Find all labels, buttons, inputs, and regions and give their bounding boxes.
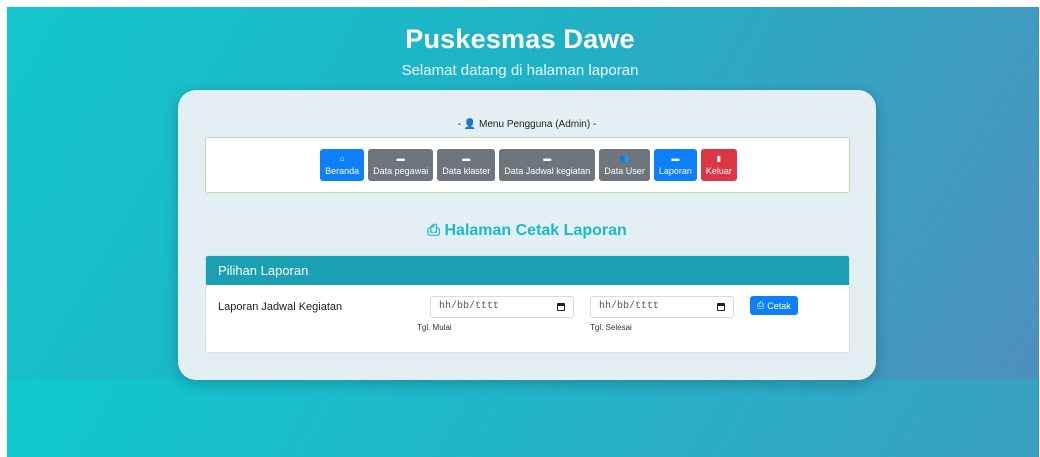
home-icon: ⌂: [339, 154, 345, 163]
panel-header: Pilihan Laporan: [206, 256, 849, 285]
end-date-input[interactable]: hh/bb/tttt: [590, 296, 734, 318]
menu-title: - 👤 Menu Pengguna (Admin) -: [457, 119, 597, 130]
page-heading: ⎙ Halaman Cetak Laporan: [178, 222, 876, 240]
report-panel: Pilihan Laporan Laporan Jadwal Kegiatan …: [205, 255, 850, 353]
nav-beranda-button[interactable]: ⌂ Beranda: [320, 149, 365, 181]
nav-data-pegawai-button[interactable]: ▬ Data pegawai: [368, 149, 434, 181]
nav-label: Data pegawai: [373, 166, 429, 176]
page-heading-text: Halaman Cetak Laporan: [444, 222, 627, 239]
nav-data-user-button[interactable]: 👥 Data User: [599, 149, 650, 181]
start-date-placeholder: hh/bb/tttt: [439, 301, 500, 312]
start-date-input[interactable]: hh/bb/tttt: [430, 296, 574, 318]
printer-icon: ⎙: [757, 300, 765, 310]
users-icon: 👥: [619, 154, 630, 163]
nav-label: Data User: [604, 166, 645, 176]
print-button[interactable]: ⎙ Cetak: [750, 296, 798, 315]
bookmark-icon: ▮: [716, 154, 722, 163]
start-date-caption: Tgl. Mulai: [417, 323, 452, 332]
nav-data-klaster-button[interactable]: ▬ Data klaster: [437, 149, 496, 181]
nav-data-jadwal-kegiatan-button[interactable]: ▬ Data Jadwal kegiatan: [499, 149, 596, 181]
site-subtitle: Selamat datang di halaman laporan: [401, 62, 639, 79]
nav-label: Data klaster: [442, 166, 491, 176]
id-card-icon: ▬: [671, 154, 680, 163]
end-date-placeholder: hh/bb/tttt: [599, 301, 660, 312]
main-card: - 👤 Menu Pengguna (Admin) - ⌂ Beranda ▬ …: [178, 90, 876, 380]
report-row-label: Laporan Jadwal Kegiatan: [218, 301, 343, 313]
calendar-icon[interactable]: [717, 303, 725, 311]
end-date-caption: Tgl. Selesai: [590, 323, 632, 332]
nav-label: Laporan: [658, 166, 692, 176]
calendar-icon[interactable]: [557, 303, 565, 311]
printer-icon: ⎙: [427, 222, 441, 239]
nav-label: Data Jadwal kegiatan: [504, 166, 591, 176]
menu-box: ⌂ Beranda ▬ Data pegawai ▬ Data klaster …: [205, 137, 850, 193]
nav-label: Keluar: [705, 166, 732, 176]
nav-laporan-button[interactable]: ▬ Laporan: [653, 149, 697, 181]
nav-bar: ⌂ Beranda ▬ Data pegawai ▬ Data klaster …: [206, 149, 851, 181]
print-button-label: Cetak: [767, 300, 791, 311]
nav-keluar-button[interactable]: ▮ Keluar: [700, 149, 737, 181]
id-card-icon: ▬: [543, 154, 552, 163]
footer-band: [7, 379, 1039, 457]
nav-label: Beranda: [325, 166, 360, 176]
id-card-icon: ▬: [396, 154, 405, 163]
site-title: Puskesmas Dawe: [405, 24, 635, 54]
id-card-icon: ▬: [462, 154, 471, 163]
